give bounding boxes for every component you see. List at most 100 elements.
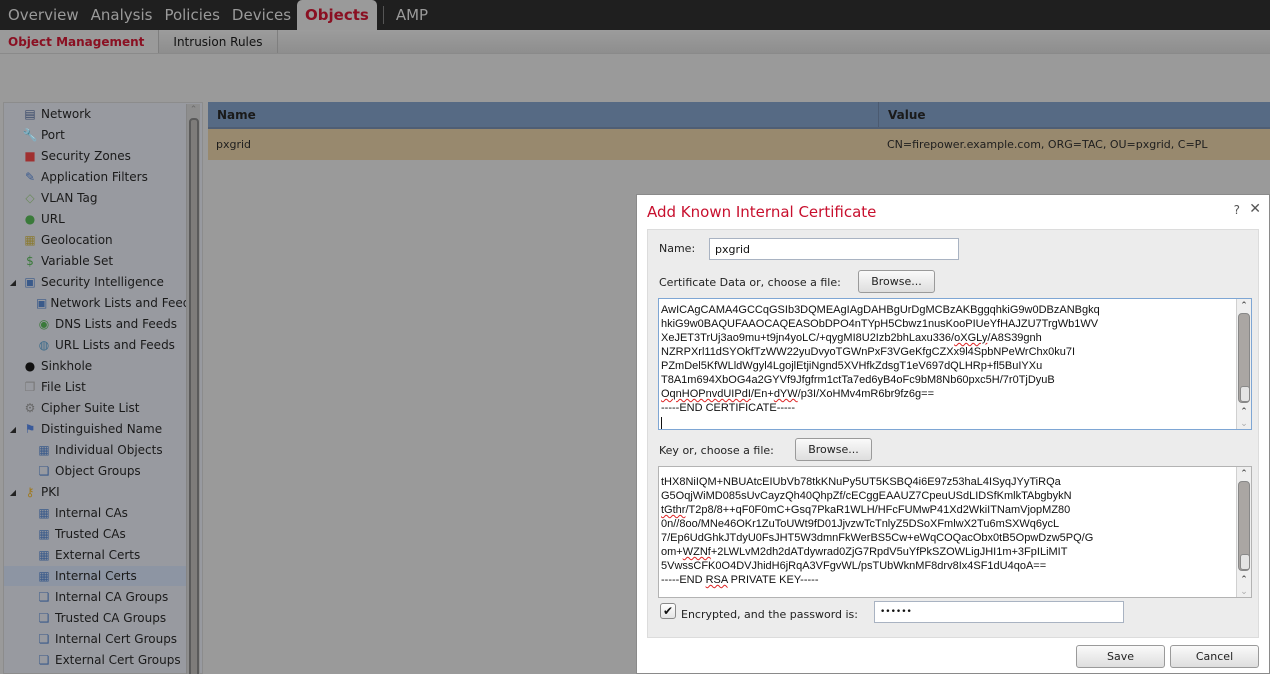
scroll-up-icon[interactable]: ⌃ xyxy=(1237,405,1251,417)
sidebar-item-object-groups[interactable]: ❏ Object Groups xyxy=(4,461,186,481)
sidebar-item-variable-set[interactable]: $ Variable Set xyxy=(4,251,186,271)
scroll-track[interactable] xyxy=(1238,313,1250,403)
sidebar-item-security-intelligence[interactable]: ◢ ▣ Security Intelligence xyxy=(4,272,186,292)
scroll-thumb[interactable] xyxy=(1240,554,1250,570)
sidebar-scroll-thumb[interactable] xyxy=(189,118,199,674)
scroll-track[interactable] xyxy=(1238,481,1250,571)
certificate-data-textarea[interactable]: AwICAgCAMA4GCCqGSIb3DQMEAgIAgDAHBgUrDgMC… xyxy=(658,298,1252,430)
text-line: XeJET3TrUj3ao9mu+t9jn4yoLC/+qygMI8U2Izb2… xyxy=(661,332,1042,344)
port-icon: 🔧 xyxy=(22,128,38,142)
key-browse-button[interactable]: Browse... xyxy=(795,438,872,461)
sidebar-item-external-cert-groups[interactable]: ❏ External Cert Groups xyxy=(4,650,186,670)
sidebar-item-port[interactable]: 🔧 Port xyxy=(4,125,186,145)
sidebar-scrollbar[interactable]: ⌃ xyxy=(186,104,200,674)
monitor-stack-icon: ▣ xyxy=(36,296,48,310)
text-line: tGthr/T2p8/8++qF0F0mC+Gsq7PkaR1WLH/HFcFU… xyxy=(661,504,1071,516)
key-text: tHX8NiIQM+NBUAtcEIUbVb78tkKNuPy5UT5KSBQ4… xyxy=(661,467,1093,587)
sidebar-item-network[interactable]: ▤ Network xyxy=(4,104,186,124)
text-line: tHX8NiIQM+NBUAtcEIUbVb78tkKNuPy5UT5KSBQ4… xyxy=(661,476,1061,488)
expand-toggle-icon[interactable]: ◢ xyxy=(8,278,18,287)
sidebar-item-url[interactable]: ● URL xyxy=(4,209,186,229)
text-line: NZRPXrl11dSYOkfTzWW22yuDvyoTGWnPxF3VGeKf… xyxy=(661,346,1076,358)
table-row[interactable]: pxgrid CN=firepower.example.com, ORG=TAC… xyxy=(208,129,1270,160)
sidebar-item-label: External Certs xyxy=(55,548,141,562)
sidebar-item-vlan-tag[interactable]: ◇ VLAN Tag xyxy=(4,188,186,208)
tab-devices[interactable]: Devices xyxy=(226,0,297,30)
tab-analysis[interactable]: Analysis xyxy=(85,0,159,30)
scroll-thumb[interactable] xyxy=(1240,386,1250,402)
gear-icon: ⚙ xyxy=(24,401,36,415)
sidebar-item-internal-cert-groups[interactable]: ❏ Internal Cert Groups xyxy=(4,629,186,649)
expand-toggle-icon[interactable]: ◢ xyxy=(8,488,18,497)
subtab-object-management[interactable]: Object Management xyxy=(0,30,160,53)
text-line: T8A1m694XbOG4a2GYVf9Jfgfrm1ctTa7ed6yB4oF… xyxy=(661,374,1055,386)
sidebar-item-pki[interactable]: ◢ ⚷ PKI xyxy=(4,482,186,502)
sidebar-item-internal-cas[interactable]: ▦ Internal CAs xyxy=(4,503,186,523)
sidebar-item-url-lists-and-feeds[interactable]: ◍ URL Lists and Feeds xyxy=(4,335,186,355)
scroll-down-icon[interactable]: ⌄ xyxy=(1237,585,1251,597)
scroll-up-icon[interactable]: ⌃ xyxy=(187,104,200,116)
sidebar-item-label: Security Zones xyxy=(41,149,131,163)
sidebar-item-label: Internal CA Groups xyxy=(55,590,169,604)
certificate-scrollbar[interactable]: ⌃ ⌃ ⌄ xyxy=(1236,299,1251,429)
encrypted-label: Encrypted, and the password is: xyxy=(681,608,858,621)
sidebar-item-trusted-ca-groups[interactable]: ❏ Trusted CA Groups xyxy=(4,608,186,628)
text-line: -----END RSA PRIVATE KEY----- xyxy=(661,574,819,586)
text-line: om+WZNf+2LWLvM2dh2dATdywrad0ZjG7RpdV5uYf… xyxy=(661,546,1068,558)
dialog-body: Name: pxgrid Certificate Data or, choose… xyxy=(647,229,1259,638)
sidebar-item-label: Sinkhole xyxy=(41,359,93,373)
sidebar-item-sinkhole[interactable]: ● Sinkhole xyxy=(4,356,186,376)
monitor-stack-icon: ▣ xyxy=(24,275,36,289)
nav-divider xyxy=(382,6,384,24)
tab-overview[interactable]: Overview xyxy=(0,0,85,30)
scroll-up-icon[interactable]: ⌃ xyxy=(1237,467,1251,479)
sidebar-item-label: Trusted CA Groups xyxy=(55,611,167,625)
text-cursor xyxy=(661,417,662,429)
subtab-intrusion-rules[interactable]: Intrusion Rules xyxy=(159,30,278,53)
security-zones-icon: ■ xyxy=(24,149,36,163)
close-icon[interactable]: ✕ xyxy=(1249,201,1261,217)
sidebar-item-internal-ca-groups[interactable]: ❏ Internal CA Groups xyxy=(4,587,186,607)
sidebar-item-label: External Cert Groups xyxy=(55,653,181,667)
cancel-button[interactable]: Cancel xyxy=(1170,645,1259,668)
checkmark-icon: ✔ xyxy=(662,604,674,618)
group-icon: ❏ xyxy=(38,611,50,625)
sidebar-item-label: Network xyxy=(41,107,92,121)
tab-amp[interactable]: AMP xyxy=(390,0,434,30)
encrypted-checkbox[interactable]: ✔ xyxy=(660,603,676,619)
sidebar-item-geolocation[interactable]: ▦ Geolocation xyxy=(4,230,186,250)
sidebar-item-security-zones[interactable]: ■ Security Zones xyxy=(4,146,186,166)
sidebar-item-internal-certs[interactable]: ▦ Internal Certs xyxy=(4,566,186,586)
column-header-value[interactable]: Value xyxy=(879,102,926,127)
sidebar-item-cipher-suite-list[interactable]: ⚙ Cipher Suite List xyxy=(4,398,186,418)
certificate-browse-button[interactable]: Browse... xyxy=(858,270,935,293)
scroll-up-icon[interactable]: ⌃ xyxy=(1237,573,1251,585)
key-scrollbar[interactable]: ⌃ ⌃ ⌄ xyxy=(1236,467,1251,597)
sidebar-item-application-filters[interactable]: ✎ Application Filters xyxy=(4,167,186,187)
sidebar-item-label: VLAN Tag xyxy=(41,191,98,205)
top-navigation: Overview Analysis Policies Devices Objec… xyxy=(0,0,1270,30)
scroll-up-icon[interactable]: ⌃ xyxy=(1237,299,1251,311)
sidebar-item-distinguished-name[interactable]: ◢ ⚑ Distinguished Name xyxy=(4,419,186,439)
expand-toggle-icon[interactable]: ◢ xyxy=(8,425,18,434)
password-input[interactable]: •••••• xyxy=(874,601,1124,623)
help-icon[interactable]: ? xyxy=(1234,203,1240,217)
sidebar-item-label: Network Lists and Feeds xyxy=(50,296,197,310)
tab-objects[interactable]: Objects xyxy=(297,0,377,30)
name-input[interactable]: pxgrid xyxy=(709,238,959,260)
column-header-name[interactable]: Name xyxy=(208,102,879,127)
sidebar-item-trusted-cas[interactable]: ▦ Trusted CAs xyxy=(4,524,186,544)
save-button[interactable]: Save xyxy=(1076,645,1165,668)
sidebar-item-label: Object Groups xyxy=(55,464,141,478)
sidebar-item-network-lists-and-feeds[interactable]: ▣ Network Lists and Feeds xyxy=(4,293,197,313)
sidebar-item-file-list[interactable]: ❐ File List xyxy=(4,377,186,397)
group-icon: ❏ xyxy=(38,464,50,478)
sidebar-item-individual-objects[interactable]: ▦ Individual Objects xyxy=(4,440,186,460)
tab-policies[interactable]: Policies xyxy=(158,0,225,30)
key-textarea[interactable]: tHX8NiIQM+NBUAtcEIUbVb78tkKNuPy5UT5KSBQ4… xyxy=(658,466,1252,598)
sidebar-item-dns-lists-and-feeds[interactable]: ◉ DNS Lists and Feeds xyxy=(4,314,186,334)
scroll-down-icon[interactable]: ⌄ xyxy=(1237,417,1251,429)
sidebar-item-external-certs[interactable]: ▦ External Certs xyxy=(4,545,186,565)
name-label: Name: xyxy=(659,242,696,255)
sidebar-item-label: Cipher Suite List xyxy=(41,401,140,415)
